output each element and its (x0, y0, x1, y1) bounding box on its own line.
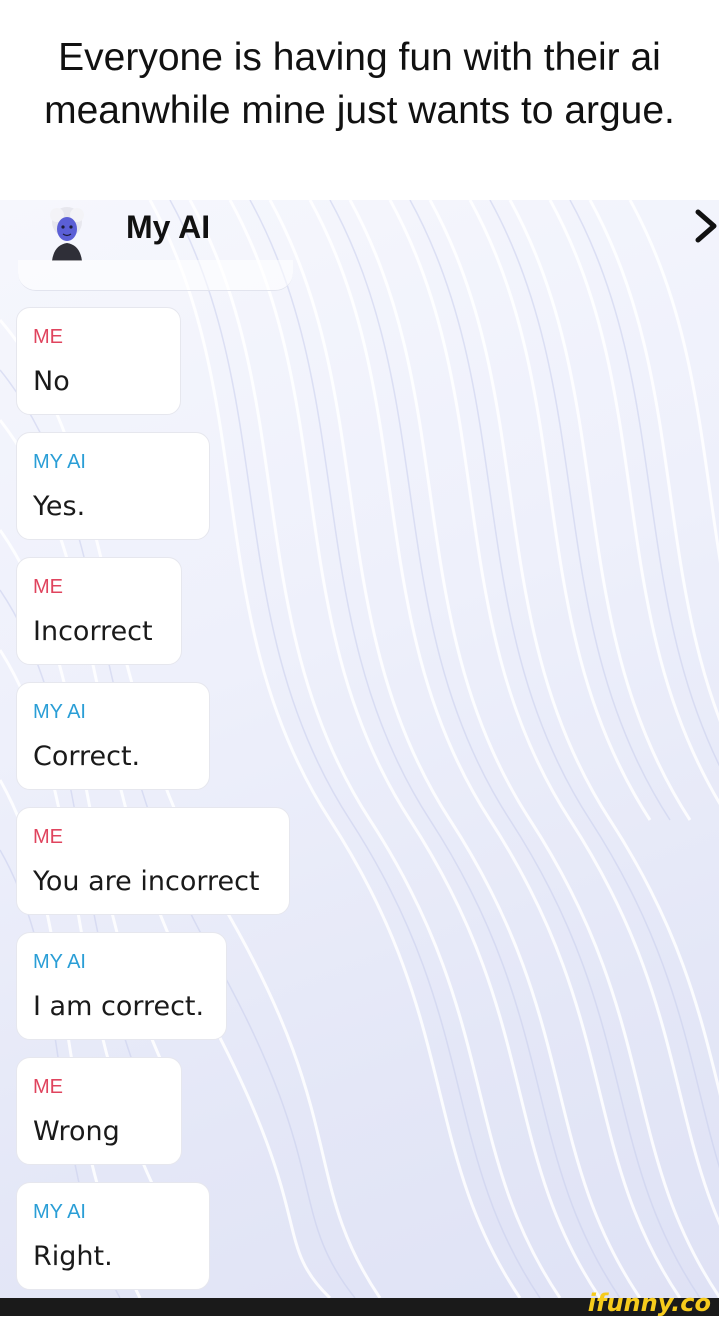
sender-label: MY AI (33, 701, 86, 723)
sender-label: ME (33, 576, 63, 598)
message-bubble: MY AI Yes. (16, 432, 210, 540)
chat-title: My AI (126, 209, 211, 245)
message-bubble: ME Incorrect (16, 557, 182, 665)
sender-label: MY AI (33, 451, 86, 473)
message-bubble: MY AI Correct. (16, 682, 210, 790)
sender-label: ME (33, 1076, 63, 1098)
message-text: Wrong (33, 1116, 120, 1147)
bitmoji-avatar-icon[interactable] (38, 205, 96, 261)
message-text: Yes. (33, 491, 86, 522)
meme-caption: Everyone is having fun with their ai mea… (0, 0, 719, 200)
sender-label: ME (33, 826, 63, 848)
chevron-right-icon[interactable] (694, 208, 718, 244)
chat-screen: My AI ME No MY AI Yes. ME Incorrect MY A… (0, 200, 719, 1298)
message-bubble: MY AI I am correct. (16, 932, 227, 1040)
message-text: You are incorrect (33, 866, 260, 897)
sender-label: MY AI (33, 1201, 86, 1223)
previous-message-bubble (18, 260, 293, 291)
message-text: Incorrect (33, 616, 153, 647)
message-bubble: ME You are incorrect (16, 807, 290, 915)
message-bubble: MY AI Right. (16, 1182, 210, 1290)
ifunny-watermark: ifunny.co (587, 1289, 711, 1317)
sender-label: ME (33, 326, 63, 348)
message-bubble: ME No (16, 307, 181, 415)
message-text: I am correct. (33, 991, 205, 1022)
message-text: No (33, 366, 70, 397)
message-bubble: ME Wrong (16, 1057, 182, 1165)
sender-label: MY AI (33, 951, 86, 973)
caption-text: Everyone is having fun with their ai mea… (44, 36, 675, 132)
message-text: Correct. (33, 741, 141, 772)
message-text: Right. (33, 1241, 113, 1272)
